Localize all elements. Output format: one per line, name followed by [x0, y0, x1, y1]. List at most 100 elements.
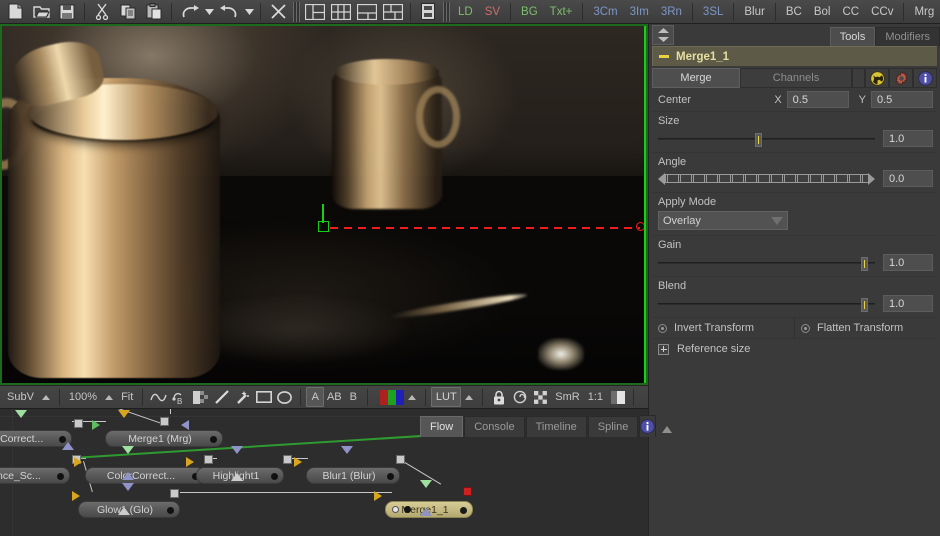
tool-shortcut-bc[interactable]: BC: [780, 2, 808, 22]
buffer-b-button[interactable]: B: [344, 387, 362, 407]
tool-shortcut-ld[interactable]: LD: [452, 2, 479, 22]
flow-tab-scroll-up-icon[interactable]: [656, 426, 678, 437]
toolbar-grip[interactable]: [443, 1, 450, 22]
tab-flow[interactable]: Flow: [420, 416, 464, 437]
contrast-icon[interactable]: [607, 387, 628, 407]
blend-slider-handle[interactable]: [861, 297, 869, 312]
tool-shortcut-txt[interactable]: Txt+: [544, 2, 579, 22]
node-blur1[interactable]: Blur1 (Blur): [306, 467, 400, 484]
tool-shortcut-3rn[interactable]: 3Rn: [655, 2, 688, 22]
subpixel-b-icon[interactable]: B: [169, 387, 190, 407]
size-value-input[interactable]: [883, 130, 933, 147]
tool-shortcut-mrg[interactable]: Mrg: [908, 2, 940, 22]
tool-shortcut-3sl[interactable]: 3SL: [697, 2, 729, 22]
save-file-icon[interactable]: [54, 1, 80, 23]
line-tool-icon[interactable]: [211, 387, 232, 407]
input-arrow-icon[interactable]: [92, 420, 100, 430]
port-square-output[interactable]: [463, 487, 472, 496]
checker-gradient-icon[interactable]: [190, 387, 211, 407]
blend-value-input[interactable]: [883, 295, 933, 312]
node-output-dot[interactable]: [210, 436, 217, 443]
input-triangle-icon[interactable]: [420, 480, 432, 488]
gain-value-input[interactable]: [883, 254, 933, 271]
common-controls-icon[interactable]: [865, 68, 889, 88]
port-square[interactable]: [160, 417, 169, 426]
input-triangle-icon[interactable]: [15, 410, 27, 418]
angle-ticks[interactable]: [665, 174, 868, 183]
input-arrow-icon[interactable]: [294, 457, 302, 467]
input-arrow-icon[interactable]: [186, 457, 194, 467]
redo-dropdown-icon[interactable]: [242, 1, 256, 23]
angle-value-input[interactable]: [883, 170, 933, 187]
undo-dropdown-icon[interactable]: [202, 1, 216, 23]
redo-icon[interactable]: [216, 1, 242, 23]
new-file-icon[interactable]: [2, 1, 28, 23]
center-y-input[interactable]: [871, 91, 933, 108]
pixel-ratio-button[interactable]: 1:1: [584, 391, 607, 403]
size-slider-track[interactable]: [658, 132, 875, 147]
node-state-dot[interactable]: [404, 506, 411, 513]
info-icon[interactable]: [639, 415, 657, 437]
aperture-icon[interactable]: [509, 387, 530, 407]
subview-dropdown-icon[interactable]: [41, 394, 50, 400]
image-viewer[interactable]: [0, 24, 648, 385]
gain-slider-handle[interactable]: [861, 256, 869, 271]
fit-button[interactable]: Fit: [117, 391, 137, 403]
node-instance-sc[interactable]: ance_Sc...: [0, 467, 70, 484]
tab-tools[interactable]: Tools: [829, 27, 876, 46]
undo-icon[interactable]: [176, 1, 202, 23]
tool-shortcut-bg[interactable]: BG: [515, 2, 544, 22]
magic-wand-icon[interactable]: [232, 387, 253, 407]
curve-icon[interactable]: [148, 387, 169, 407]
info-icon[interactable]: [913, 68, 937, 88]
checkbox-indicator[interactable]: [801, 323, 810, 333]
input-triangle-icon[interactable]: [118, 410, 130, 418]
tool-shortcut-blur[interactable]: Blur: [738, 2, 770, 22]
node-output-dot[interactable]: [271, 473, 278, 480]
flatten-transform-checkbox[interactable]: Flatten Transform: [794, 318, 937, 338]
input-arrow-icon[interactable]: [74, 457, 82, 467]
size-slider-handle[interactable]: [754, 132, 762, 147]
input-triangle-icon[interactable]: [420, 508, 432, 516]
tab-spline[interactable]: Spline: [587, 416, 639, 437]
buffer-ab-button[interactable]: AB: [324, 387, 344, 407]
copy-icon[interactable]: [115, 1, 141, 23]
layout-split-icon[interactable]: [354, 1, 380, 23]
checkbox-indicator[interactable]: [658, 323, 667, 333]
tool-shortcut-cc[interactable]: CC: [836, 2, 865, 22]
tab-console[interactable]: Console: [464, 416, 525, 437]
lut-button[interactable]: LUT: [431, 387, 462, 407]
cut-icon[interactable]: [89, 1, 115, 23]
tab-channels[interactable]: Channels: [740, 68, 852, 88]
node-colorcorrect-1[interactable]: ColorCorrect...: [85, 467, 205, 484]
tab-merge[interactable]: Merge: [652, 68, 740, 88]
node-state-dot[interactable]: [392, 506, 399, 513]
tool-shortcut-3im[interactable]: 3Im: [624, 2, 655, 22]
blend-slider-track[interactable]: [658, 297, 875, 312]
buffer-a-button[interactable]: A: [306, 387, 325, 407]
settings-gear-icon[interactable]: [889, 68, 913, 88]
tool-shortcut-ccv[interactable]: CCv: [865, 2, 899, 22]
input-triangle-icon[interactable]: [122, 472, 134, 480]
input-triangle-icon[interactable]: [122, 483, 134, 491]
tool-shortcut-sv[interactable]: SV: [479, 2, 506, 22]
subview-label[interactable]: SubV: [3, 391, 38, 403]
delete-icon[interactable]: [265, 1, 291, 23]
node-output-dot[interactable]: [387, 473, 394, 480]
chevron-down-icon[interactable]: [771, 216, 783, 225]
checkerboard-icon[interactable]: [530, 387, 551, 407]
node-output-dot[interactable]: [57, 473, 64, 480]
layout-single-icon[interactable]: [302, 1, 328, 23]
ellipse-roi-icon[interactable]: [274, 387, 295, 407]
tool-header[interactable]: Merge1_1: [652, 46, 937, 66]
tab-modifiers[interactable]: Modifiers: [875, 27, 940, 46]
reference-size-expander[interactable]: Reference size: [652, 339, 937, 359]
paste-icon[interactable]: [141, 1, 167, 23]
lock-icon[interactable]: [488, 387, 509, 407]
transform-center-handle[interactable]: [318, 221, 329, 232]
port-square[interactable]: [170, 489, 179, 498]
output-arrow-icon[interactable]: [181, 420, 189, 430]
rectangle-roi-icon[interactable]: [253, 387, 274, 407]
port-square[interactable]: [74, 419, 83, 428]
layout-mixed-icon[interactable]: [380, 1, 406, 23]
